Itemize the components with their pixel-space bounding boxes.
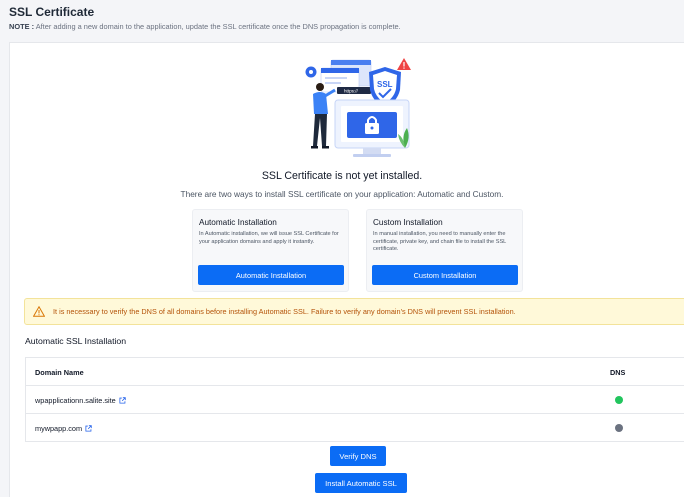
page-title: SSL Certificate bbox=[9, 5, 95, 19]
domain-link[interactable]: wpapplicationn.salite.site bbox=[35, 396, 116, 405]
column-domain-name: Domain Name bbox=[35, 368, 84, 377]
column-dns: DNS bbox=[610, 368, 626, 377]
ssl-status-subheading: There are two ways to install SSL certif… bbox=[180, 189, 504, 199]
automatic-installation-button[interactable]: Automatic Installation bbox=[198, 265, 344, 285]
automatic-installation-title: Automatic Installation bbox=[199, 218, 277, 227]
domains-table: Domain Name DNS wpapplicationn.salite.si… bbox=[25, 357, 684, 442]
install-automatic-ssl-button[interactable]: Install Automatic SSL bbox=[315, 473, 407, 493]
dns-status-dot bbox=[615, 424, 623, 432]
auto-ssl-section-title: Automatic SSL Installation bbox=[25, 336, 127, 346]
table-row: wpapplicationn.salite.site bbox=[26, 386, 684, 414]
warning-triangle-icon bbox=[397, 58, 411, 70]
ssl-illustration: https:// SSL bbox=[305, 58, 411, 157]
page-note: NOTE : After adding a new domain to the … bbox=[9, 22, 401, 31]
automatic-installation-card: Automatic Installation In Automatic inst… bbox=[192, 209, 349, 292]
custom-installation-description: In manual installation, you need to manu… bbox=[373, 231, 507, 253]
note-label: NOTE : bbox=[9, 22, 35, 31]
domain-cell: mywpapp.com bbox=[35, 424, 92, 433]
custom-installation-card: Custom Installation In manual installati… bbox=[366, 209, 523, 292]
table-row: mywpapp.com bbox=[26, 414, 684, 442]
verify-dns-button[interactable]: Verify DNS bbox=[330, 446, 386, 466]
external-link-icon[interactable] bbox=[119, 397, 126, 404]
domain-cell: wpapplicationn.salite.site bbox=[35, 396, 126, 405]
ssl-status-heading: SSL Certificate is not yet installed. bbox=[261, 170, 423, 182]
external-link-icon[interactable] bbox=[85, 425, 92, 432]
warning-icon bbox=[33, 306, 45, 317]
dns-warning-banner: It is necessary to verify the DNS of all… bbox=[24, 298, 684, 325]
gear-icon bbox=[305, 66, 317, 78]
custom-installation-button[interactable]: Custom Installation bbox=[372, 265, 518, 285]
warning-text: It is necessary to verify the DNS of all… bbox=[53, 307, 516, 316]
custom-installation-title: Custom Installation bbox=[373, 218, 443, 227]
dns-status-dot bbox=[615, 396, 623, 404]
note-text: After adding a new domain to the applica… bbox=[35, 22, 401, 31]
shield-text: SSL bbox=[377, 80, 393, 89]
table-header: Domain Name DNS bbox=[26, 358, 684, 386]
person-figure bbox=[311, 83, 336, 149]
automatic-installation-description: In Automatic installation, we will issue… bbox=[199, 231, 339, 245]
url-text: https:// bbox=[344, 89, 359, 94]
domain-link[interactable]: mywpapp.com bbox=[35, 424, 82, 433]
